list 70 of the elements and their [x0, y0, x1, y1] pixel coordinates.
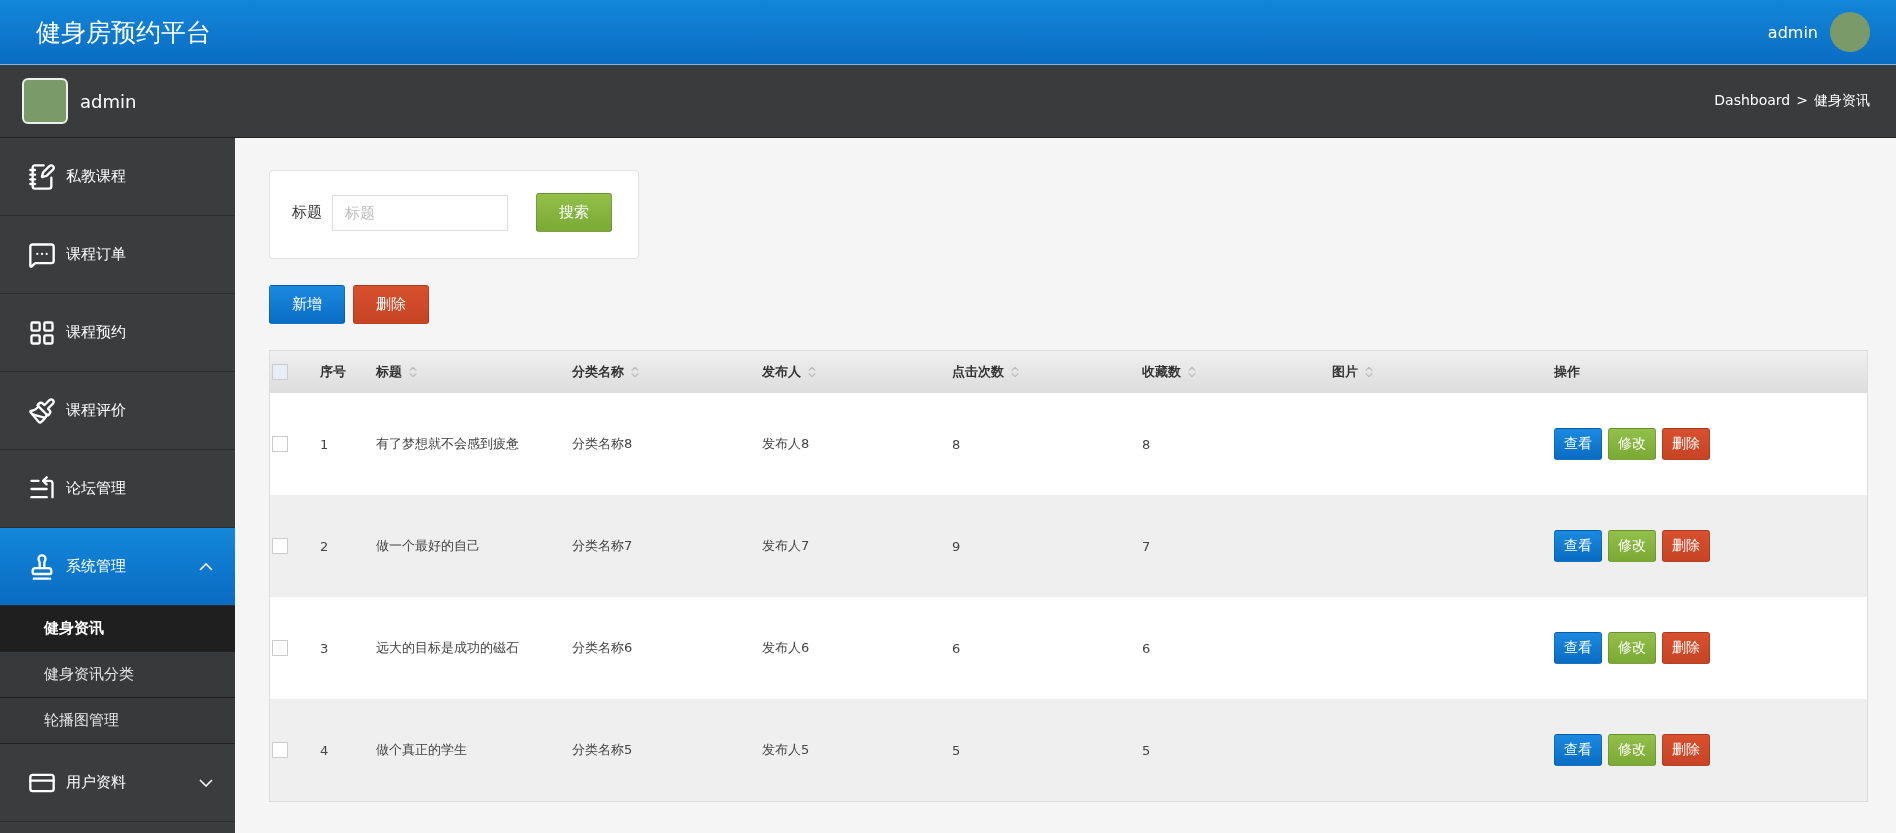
column-header: 序号	[320, 363, 346, 381]
edit-button[interactable]: 修改	[1608, 632, 1656, 664]
row-checkbox[interactable]	[272, 742, 288, 758]
table-cell-text: 有了梦想就不会感到疲惫	[376, 435, 520, 453]
table-cell-text: 发布人6	[762, 639, 811, 657]
table-cell-text: 5	[1142, 742, 1152, 758]
view-button[interactable]: 查看	[1554, 632, 1602, 664]
breadcrumb-current: 健身资讯	[1814, 92, 1870, 110]
table-cell-text: 4	[320, 742, 330, 758]
table-cell-text: 1	[320, 436, 330, 452]
column-header[interactable]: 分类名称	[572, 363, 624, 381]
column-header: 操作	[1554, 363, 1580, 381]
table-cell-text: 发布人5	[762, 741, 811, 759]
row-checkbox[interactable]	[272, 640, 288, 656]
row-checkbox[interactable]	[272, 538, 288, 554]
column-header[interactable]: 图片	[1332, 363, 1358, 381]
submenu-item[interactable]: 健身资讯	[0, 606, 235, 652]
sort-icon[interactable]	[1008, 365, 1022, 379]
column-header[interactable]: 标题	[376, 363, 402, 381]
table-cell-text: 分类名称7	[572, 537, 634, 555]
view-button[interactable]: 查看	[1554, 530, 1602, 562]
row-checkbox[interactable]	[272, 436, 288, 452]
edit-button[interactable]: 修改	[1608, 530, 1656, 562]
delete-button[interactable]: 删除	[1662, 530, 1710, 562]
delete-button[interactable]: 删除	[1662, 734, 1710, 766]
table-cell-text: 8	[1142, 436, 1152, 452]
table-cell-text: 做一个最好的自己	[376, 537, 481, 555]
search-field[interactable]: 标题	[332, 194, 508, 231]
field-label: 标题	[292, 203, 322, 222]
edit-button[interactable]: 修改	[1608, 734, 1656, 766]
user-name[interactable]: admin	[1767, 22, 1818, 42]
table-cell-text: 分类名称8	[572, 435, 634, 453]
edit-button[interactable]: 修改	[1608, 428, 1656, 460]
table-cell-text: 远大的目标是成功的磁石	[376, 639, 520, 657]
column-header[interactable]: 收藏数	[1142, 363, 1181, 381]
sidebar-item[interactable]: 用户资料	[0, 744, 235, 822]
sidebar-item[interactable]: 课程评价	[0, 372, 235, 450]
table-cell-text: 发布人8	[762, 435, 811, 453]
sidebar-item[interactable]: 课程预约	[0, 294, 235, 372]
breadcrumb-link[interactable]: Dashboard	[1714, 92, 1791, 110]
column-header[interactable]: 发布人	[762, 363, 801, 381]
table-cell-text: 9	[952, 538, 962, 554]
sidebar-item[interactable]: 课程订单	[0, 216, 235, 294]
app-title: 健身房预约平台	[36, 16, 211, 49]
view-button[interactable]: 查看	[1554, 734, 1602, 766]
add-button[interactable]: 新增	[269, 285, 345, 324]
table-cell-text: 分类名称6	[572, 639, 634, 657]
table-cell-text: 6	[1142, 640, 1152, 656]
user-name: admin	[80, 90, 137, 112]
table-cell-text: 分类名称5	[572, 741, 634, 759]
search-button[interactable]: 搜索	[536, 193, 612, 232]
table-cell-text: 2	[320, 538, 330, 554]
delete-button[interactable]: 删除	[353, 285, 429, 324]
avatar[interactable]	[1830, 12, 1870, 52]
select-all-checkbox[interactable]	[272, 364, 288, 380]
table-cell-text: 7	[1142, 538, 1152, 554]
sidebar-item[interactable]: 系统管理	[0, 528, 235, 606]
view-button[interactable]: 查看	[1554, 428, 1602, 460]
delete-button[interactable]: 删除	[1662, 632, 1710, 664]
table-cell-text: 发布人7	[762, 537, 811, 555]
table-cell-text: 5	[952, 742, 962, 758]
column-header[interactable]: 点击次数	[952, 363, 1004, 381]
avatar	[22, 78, 68, 124]
breadcrumb-separator: >	[1796, 92, 1808, 110]
table-cell-text: 做个真正的学生	[376, 741, 468, 759]
delete-button[interactable]: 删除	[1662, 428, 1710, 460]
table-cell-text: 8	[952, 436, 962, 452]
sidebar-item[interactable]: 私教课程	[0, 138, 235, 216]
table-cell-text: 3	[320, 640, 330, 656]
table-cell-text: 6	[952, 640, 962, 656]
